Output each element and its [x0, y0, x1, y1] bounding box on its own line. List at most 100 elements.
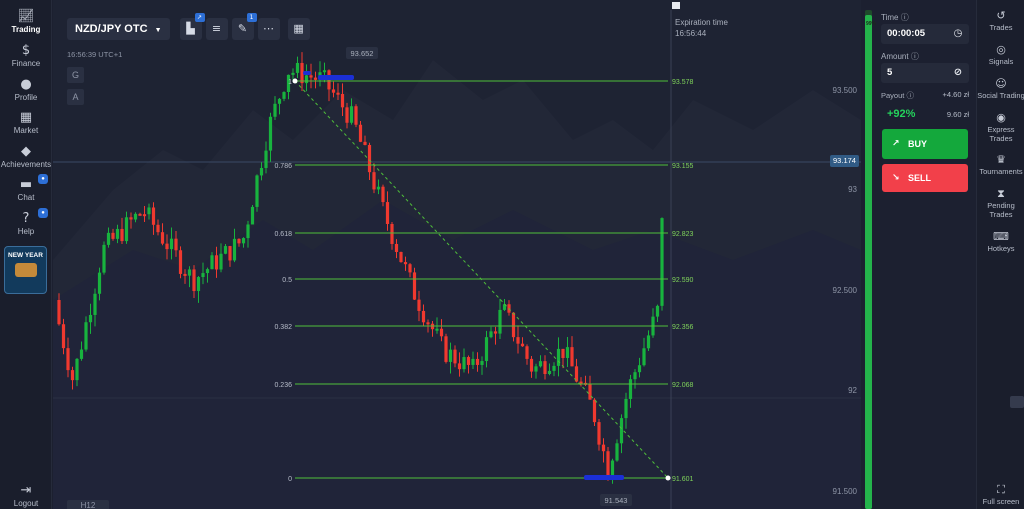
- candle-body: [655, 305, 660, 317]
- candle-body: [102, 244, 106, 273]
- pair-label: NZD/JPY OTC: [75, 23, 148, 35]
- nav-trades[interactable]: ↺ Trades: [977, 10, 1024, 33]
- candle-body: [457, 363, 462, 370]
- candle-body: [214, 255, 219, 270]
- candle-body: [601, 444, 606, 452]
- candle-body: [183, 273, 187, 276]
- chat-badge-icon: ●: [38, 174, 48, 184]
- candle-body: [345, 107, 349, 123]
- nav-trading[interactable]: 📈︎ Trading: [0, 10, 52, 35]
- candle-body: [624, 398, 628, 419]
- price-chart[interactable]: 1 93.578 0.786 93.155 0.618 92.823 0.5 92.590 0.…: [53, 0, 861, 509]
- nav-pending-trades[interactable]: ⧗ Pending Trades: [977, 187, 1024, 220]
- candle-body: [201, 273, 205, 278]
- nav-fullscreen[interactable]: ⛶ Full screen: [977, 484, 1024, 507]
- settings-button[interactable]: ≡: [205, 18, 228, 40]
- candle-body: [259, 167, 264, 176]
- support-chat-icon[interactable]: [1010, 396, 1024, 408]
- arrow-down-right-icon: ↘: [892, 173, 900, 183]
- candle-body: [426, 322, 430, 325]
- nav-signals[interactable]: ◎ Signals: [977, 44, 1024, 67]
- expiry-progress-fill: [865, 15, 872, 509]
- candle-body: [588, 384, 592, 400]
- candle-body: [147, 207, 151, 215]
- nav-hotkeys[interactable]: ⌨ Hotkeys: [977, 231, 1024, 254]
- clock-icon[interactable]: ◷: [951, 27, 965, 41]
- candle-body: [570, 347, 574, 367]
- candle-body: [529, 358, 534, 372]
- price-tick: 91.500: [832, 487, 857, 496]
- hourglass-icon: ⧗: [997, 187, 1005, 200]
- new-year-promo[interactable]: NEW YEAR: [4, 246, 47, 294]
- nav-logout[interactable]: ⇥ Logout: [0, 484, 52, 509]
- drawing-button[interactable]: ✎ 1: [231, 13, 257, 40]
- expiration-time: 16:56:44: [675, 29, 707, 38]
- more-button[interactable]: ⋯: [257, 18, 280, 40]
- candle-body: [381, 186, 385, 203]
- candle-body: [660, 218, 664, 306]
- candle-body: [241, 238, 246, 244]
- candle-body: [390, 223, 394, 244]
- candle-body: [484, 337, 489, 362]
- chart-clock: 16:56:39 UTC+1: [67, 50, 123, 59]
- candle-body: [489, 331, 493, 338]
- expiry-progress: 99%: [865, 10, 876, 509]
- indicators-button[interactable]: ▙ ↗: [179, 13, 205, 40]
- nav-profile[interactable]: ● Profile: [0, 78, 52, 103]
- chart-a-button[interactable]: A: [67, 89, 84, 105]
- fib-ratio-label: 0.382: [274, 324, 292, 331]
- currency-icon[interactable]: ⊘: [951, 66, 965, 80]
- time-label: Time ⓘ: [881, 12, 909, 23]
- time-field[interactable]: 00:00:05 ◷: [881, 24, 969, 44]
- buy-button[interactable]: ↗ BUY: [882, 129, 968, 159]
- nav-help-label: Help: [17, 227, 35, 236]
- fib-price-label: 92.590: [672, 277, 694, 284]
- nav-chat[interactable]: ▬ Chat ●: [0, 174, 52, 202]
- candle-body: [282, 92, 286, 99]
- chart-g-button[interactable]: G: [67, 67, 84, 83]
- candle-body: [493, 331, 498, 334]
- fib-handle-end: [665, 475, 671, 481]
- nav-tournaments[interactable]: ♛ Tournaments: [977, 154, 1024, 177]
- nav-achievements[interactable]: ◆ Achievements: [0, 145, 52, 170]
- nav-social-trading[interactable]: ☺ Social Trading: [977, 78, 1024, 101]
- candle-body: [552, 365, 556, 371]
- low-marker: [584, 475, 624, 480]
- timeframe-button[interactable]: H12: [67, 500, 109, 509]
- high-price-tag: 93.652: [351, 49, 374, 58]
- express-icon: ◉: [996, 111, 1006, 124]
- nav-express-trades[interactable]: ◉ Express Trades: [977, 111, 1024, 144]
- price-tick: 92.500: [832, 286, 857, 295]
- payout-label-text: Payout: [881, 91, 905, 100]
- expiration-label: Expiration time: [675, 18, 728, 27]
- candle-body: [358, 124, 363, 142]
- nav-market[interactable]: ▦ Market: [0, 111, 52, 136]
- candle-body: [538, 361, 543, 367]
- sell-button[interactable]: ↘ SELL: [882, 164, 968, 192]
- pair-selector[interactable]: NZD/JPY OTC ▼: [67, 18, 170, 40]
- candle-body: [250, 206, 255, 225]
- candle-body: [187, 269, 192, 276]
- payout-row: Payout ⓘ +4.60 zł: [881, 90, 969, 101]
- candle-body: [394, 243, 399, 252]
- expiration-flag-icon: [672, 2, 680, 9]
- candle-body: [273, 103, 277, 117]
- nav-help[interactable]: ? Help ●: [0, 208, 52, 236]
- amount-value: 5: [887, 67, 893, 78]
- fib-price-label: 92.356: [672, 324, 694, 331]
- layout-button[interactable]: ▦: [287, 18, 310, 40]
- candle-body: [295, 62, 300, 73]
- candle-body: [268, 116, 273, 151]
- candle-body: [466, 357, 471, 365]
- fib-price-label: 93.578: [672, 79, 694, 86]
- candle-body: [619, 418, 624, 444]
- amount-field[interactable]: 5 ⊘: [881, 63, 969, 83]
- candle-body: [340, 93, 345, 108]
- fib-ratio-label: 0: [288, 476, 292, 483]
- nav-finance[interactable]: $ Finance: [0, 44, 52, 69]
- candle-body: [376, 186, 381, 190]
- expiry-progress-label: 99%: [866, 21, 877, 27]
- fib-handle-start: [292, 78, 298, 84]
- candle-body: [232, 238, 237, 261]
- price-tick: 93.500: [832, 86, 857, 95]
